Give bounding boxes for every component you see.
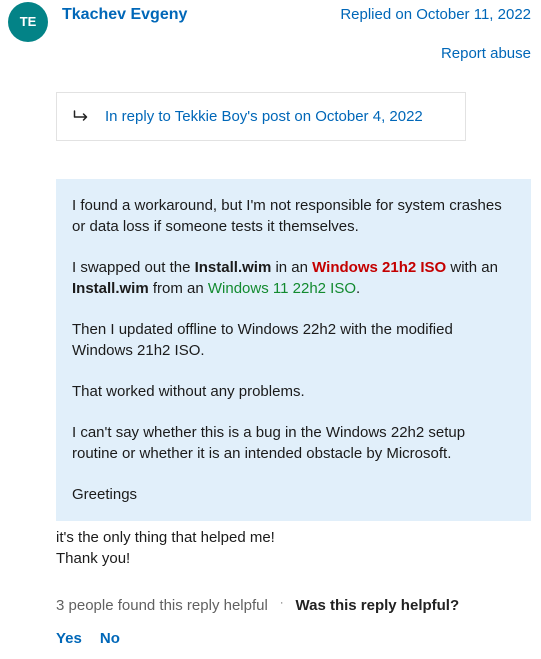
helpful-question: Was this reply helpful? [296,595,460,616]
own-line-2: Thank you! [56,548,531,569]
quote-p4: That worked without any problems. [72,381,515,402]
no-button[interactable]: No [100,628,120,649]
quote-p3: Then I updated offline to Windows 22h2 w… [72,319,515,361]
post-header: TE Tkachev Evgeny Replied on October 11,… [10,0,531,64]
header-main: Tkachev Evgeny Replied on October 11, 20… [62,2,531,64]
helpful-vote-buttons: Yes No [56,628,531,649]
windows-21h2-iso-text: Windows 21h2 ISO [312,259,446,276]
in-reply-to-link[interactable]: In reply to Tekkie Boy's post on October… [105,106,423,127]
own-line-1: it's the only thing that helped me! [56,527,531,548]
post-body: In reply to Tekkie Boy's post on October… [56,92,531,649]
post-meta: Replied on October 11, 2022 Report abuse [340,4,531,64]
separator-dot: · [280,596,284,611]
install-wim-text: Install.wim [195,259,272,276]
in-reply-to-box[interactable]: In reply to Tekkie Boy's post on October… [56,92,466,141]
avatar-initials: TE [20,13,37,31]
quote-p5: I can't say whether this is a bug in the… [72,422,515,464]
report-abuse-link[interactable]: Report abuse [441,43,531,64]
quote-p1: I found a workaround, but I'm not respon… [72,195,515,237]
reply-own-text: it's the only thing that helped me! Than… [56,527,531,569]
yes-button[interactable]: Yes [56,628,82,649]
quote-p2: I swapped out the Install.wim in an Wind… [72,257,515,299]
avatar[interactable]: TE [8,2,48,42]
install-wim-text-2: Install.wim [72,280,149,297]
post-footer: 3 people found this reply helpful · Was … [56,595,531,649]
forum-reply-post: TE Tkachev Evgeny Replied on October 11,… [0,0,541,659]
quoted-message: I found a workaround, but I'm not respon… [56,179,531,521]
helpful-row: 3 people found this reply helpful · Was … [56,595,531,616]
quote-p6: Greetings [72,484,515,505]
helpful-count: 3 people found this reply helpful [56,595,268,616]
author-name[interactable]: Tkachev Evgeny [62,6,187,23]
windows-11-22h2-iso-link[interactable]: Windows 11 22h2 ISO [208,280,356,297]
reply-arrow-icon [73,109,91,125]
replied-on-date[interactable]: Replied on October 11, 2022 [340,4,531,25]
